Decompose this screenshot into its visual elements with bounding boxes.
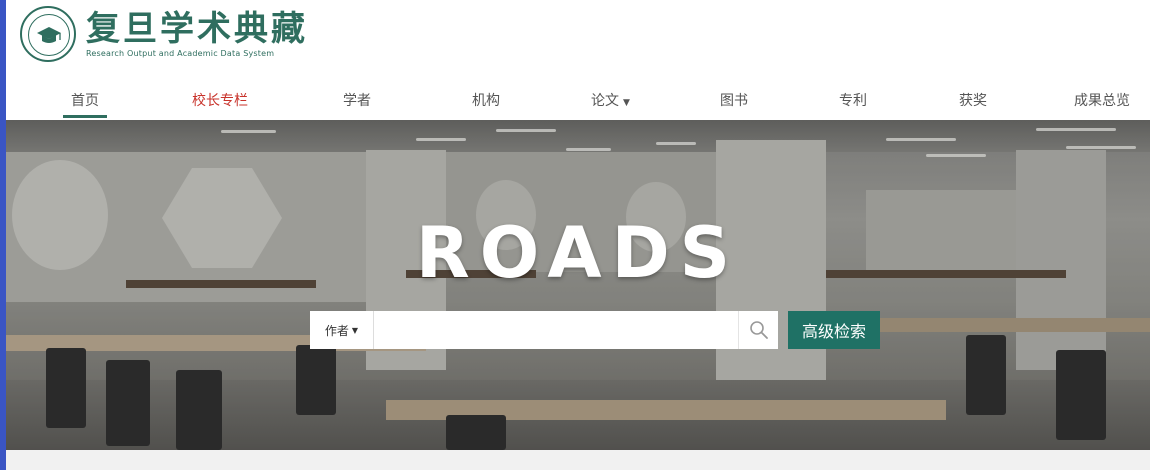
search-field-selected: 作者 (324, 323, 349, 338)
nav-item-home[interactable]: 首页 (63, 90, 107, 118)
search-field-select[interactable]: 作者 ▼ (310, 311, 374, 349)
content-area-top (6, 450, 1150, 470)
search-icon (749, 321, 768, 339)
nav-item-awards[interactable]: 获奖 (959, 90, 987, 110)
nav-item-institutions[interactable]: 机构 (472, 90, 500, 110)
search-button[interactable] (738, 311, 778, 349)
hero-banner: ROADS 作者 ▼ 高级检索 (6, 120, 1150, 450)
chevron-down-icon: ▼ (351, 325, 359, 335)
nav-item-papers-label: 论文 (591, 93, 619, 109)
nav-item-scholars[interactable]: 学者 (343, 90, 371, 110)
university-seal-icon (20, 6, 76, 62)
site-logo[interactable]: 复旦学术典藏 Research Output and Academic Data… (20, 6, 308, 62)
nav-item-papers[interactable]: 论文 ▼ (591, 90, 630, 110)
chevron-down-icon: ▼ (623, 98, 630, 108)
nav-item-books[interactable]: 图书 (720, 90, 748, 110)
graduation-cap-icon (37, 27, 61, 43)
advanced-search-button[interactable]: 高级检索 (788, 311, 881, 349)
nav-item-patents[interactable]: 专利 (839, 90, 867, 110)
logo-text: 复旦学术典藏 Research Output and Academic Data… (86, 10, 308, 58)
logo-title: 复旦学术典藏 (86, 9, 308, 49)
search-bar: 作者 ▼ 高级检索 (310, 311, 881, 349)
site-header: 复旦学术典藏 Research Output and Academic Data… (6, 0, 1150, 120)
nav-item-president-column[interactable]: 校长专栏 (192, 90, 248, 110)
search-input[interactable] (374, 311, 738, 349)
main-nav: 首页 校长专栏 学者 机构 论文 ▼ 图书 专利 获奖 成果总览 (6, 88, 1150, 120)
logo-subtitle: Research Output and Academic Data System (86, 49, 275, 58)
hero-brand-title: ROADS (415, 212, 741, 294)
nav-item-achievements-overview[interactable]: 成果总览 (1074, 90, 1130, 110)
